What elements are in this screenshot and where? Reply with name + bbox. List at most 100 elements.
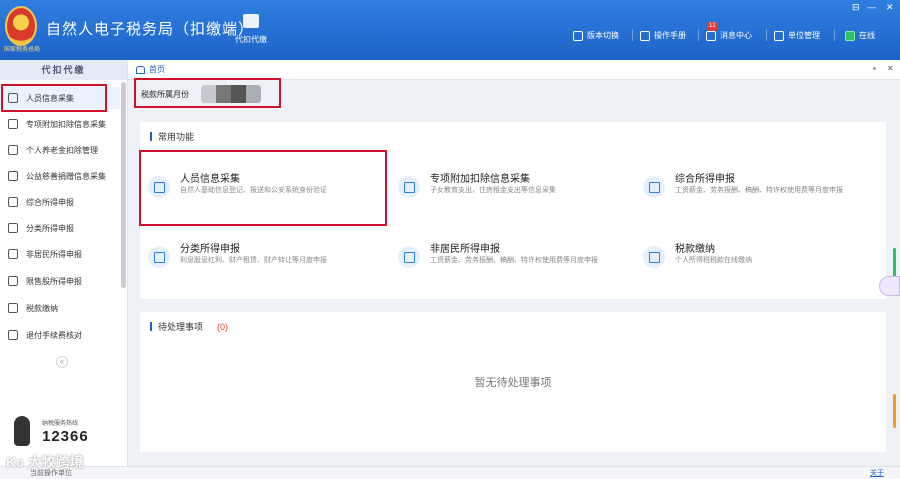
func-name: 税款缴纳 bbox=[675, 244, 715, 255]
sidebar: 代扣代缴 人员信息采集 专项附加扣除信息采集 个人养老金扣除管理 公益慈善捐赠信… bbox=[0, 60, 128, 466]
unit-manage-button[interactable]: 单位管理 bbox=[774, 30, 820, 41]
common-functions-panel: 常用功能 人员信息采集 自然人基础信息登记、报送和公安系统身份验证 专项附加扣除… bbox=[140, 122, 886, 299]
version-switch-button[interactable]: 版本切换 bbox=[573, 30, 619, 41]
func-personnel-info[interactable]: 人员信息采集 自然人基础信息登记、报送和公安系统身份验证 bbox=[140, 164, 380, 216]
pie-icon bbox=[8, 223, 18, 233]
hotline-icon bbox=[14, 416, 30, 446]
charity-icon bbox=[8, 171, 18, 181]
tab-bar: 首页 ▪ ✕ bbox=[128, 60, 900, 80]
tab-restore-button[interactable]: ▪ bbox=[873, 64, 876, 73]
version-switch-label: 版本切换 bbox=[587, 31, 619, 40]
toolbar-divider bbox=[632, 29, 633, 41]
sidebar-scrollbar[interactable] bbox=[121, 82, 126, 288]
tax-period: 税款所属月份 bbox=[134, 82, 280, 106]
sidebar-item-comprehensive[interactable]: 综合所得申报 bbox=[0, 191, 120, 213]
proxy-withholding-label: 代扣代缴 bbox=[235, 35, 267, 44]
list-icon bbox=[8, 119, 18, 129]
hotline-label: 纳税服务热线 bbox=[42, 421, 79, 427]
building-icon bbox=[774, 30, 784, 41]
floating-assistant-button[interactable] bbox=[879, 276, 900, 296]
func-special-deduction[interactable]: 专项附加扣除信息采集 子女教育支出，住房租金支出等信息采集 bbox=[390, 164, 630, 216]
calculator-icon bbox=[398, 176, 420, 198]
restore-button[interactable]: ⊟ bbox=[852, 2, 860, 13]
sidebar-item-tax-payment[interactable]: 税款缴纳 bbox=[0, 297, 120, 319]
sidebar-item-nonresident[interactable]: 非居民所得申报 bbox=[0, 243, 120, 265]
document-icon bbox=[8, 330, 18, 340]
globe-icon bbox=[8, 249, 18, 259]
sidebar-item-label: 公益慈善捐赠信息采集 bbox=[26, 171, 106, 181]
sidebar-item-restricted-stock[interactable]: 限售股所得申报 bbox=[0, 270, 120, 292]
func-name: 人员信息采集 bbox=[180, 174, 240, 185]
switch-icon bbox=[573, 30, 583, 41]
sidebar-item-label: 人员信息采集 bbox=[26, 93, 74, 103]
minimize-button[interactable]: — bbox=[867, 2, 876, 12]
func-classified[interactable]: 分类所得申报 利息股息红利、财产租赁、财产转让等月度申报 bbox=[140, 234, 380, 286]
sidebar-item-label: 专项附加扣除信息采集 bbox=[26, 119, 106, 129]
wallet-icon bbox=[8, 303, 18, 313]
close-button[interactable]: ✕ bbox=[886, 2, 894, 13]
online-status[interactable]: 在线 bbox=[845, 30, 875, 41]
tab-home[interactable]: 首页 bbox=[136, 64, 165, 75]
pending-empty-text: 暂无待处理事项 bbox=[474, 377, 552, 389]
message-center-button[interactable]: 消息中心 bbox=[706, 30, 752, 41]
edit-icon bbox=[148, 246, 170, 268]
form-icon bbox=[643, 176, 665, 198]
tax-emblem-icon bbox=[5, 6, 37, 46]
sidebar-item-classified[interactable]: 分类所得申报 bbox=[0, 217, 120, 239]
home-icon bbox=[136, 65, 145, 74]
tax-period-field[interactable] bbox=[201, 85, 261, 103]
func-name: 非居民所得申报 bbox=[430, 244, 500, 255]
sidebar-item-label: 综合所得申报 bbox=[26, 197, 74, 207]
unit-manage-label: 单位管理 bbox=[788, 31, 820, 40]
online-label: 在线 bbox=[859, 31, 875, 40]
sidebar-item-personnel-info[interactable]: 人员信息采集 bbox=[0, 87, 120, 109]
toolbar-divider bbox=[766, 29, 767, 41]
func-comprehensive[interactable]: 综合所得申报 工资薪金、劳务报酬、稿酬、特许权使用费等月度申报 bbox=[635, 164, 875, 216]
func-desc: 子女教育支出，住房租金支出等信息采集 bbox=[430, 187, 556, 194]
about-link[interactable]: 关于 bbox=[870, 468, 884, 478]
pending-count: (0) bbox=[217, 321, 229, 332]
watermark: Kc 大牧跨境 bbox=[6, 454, 84, 470]
tax-period-label: 税款所属月份 bbox=[141, 89, 189, 99]
sidebar-item-refund-fee[interactable]: 退付手续费核对 bbox=[0, 324, 120, 346]
func-desc: 工资薪金、劳务报酬、稿酬、特许权使用费等月度申报 bbox=[430, 257, 598, 264]
func-nonresident[interactable]: 非居民所得申报 工资薪金、劳务报酬、稿酬、特许权使用费等月度申报 bbox=[390, 234, 630, 286]
func-desc: 个人所得税税款在线缴纳 bbox=[675, 257, 752, 264]
func-desc: 工资薪金、劳务报酬、稿酬、特许权使用费等月度申报 bbox=[675, 187, 843, 194]
func-name: 分类所得申报 bbox=[180, 244, 240, 255]
message-badge: 12 bbox=[707, 22, 718, 31]
person-icon bbox=[8, 93, 18, 103]
sidebar-item-label: 限售股所得申报 bbox=[26, 276, 82, 286]
manual-button[interactable]: 操作手册 bbox=[640, 30, 686, 41]
pending-panel: 待处理事项 (0) 暂无待处理事项 bbox=[140, 312, 886, 452]
func-tax-payment[interactable]: 税款缴纳 个人所得税税款在线缴纳 bbox=[635, 234, 875, 286]
sidebar-item-pension[interactable]: 个人养老金扣除管理 bbox=[0, 139, 120, 161]
manual-label: 操作手册 bbox=[654, 31, 686, 40]
sidebar-item-label: 个人养老金扣除管理 bbox=[26, 145, 98, 155]
tab-close-button[interactable]: ✕ bbox=[887, 64, 894, 73]
status-bar: 当前操作单位 关于 bbox=[0, 466, 900, 479]
sidebar-header: 代扣代缴 bbox=[0, 60, 127, 80]
tab-home-label: 首页 bbox=[149, 65, 165, 74]
func-name: 专项附加扣除信息采集 bbox=[430, 174, 530, 185]
right-scroll-indicator bbox=[893, 394, 896, 428]
message-center-label: 消息中心 bbox=[720, 31, 752, 40]
func-name: 综合所得申报 bbox=[675, 174, 735, 185]
common-functions-title: 常用功能 bbox=[150, 130, 194, 143]
func-desc: 自然人基础信息登记、报送和公安系统身份验证 bbox=[180, 187, 327, 194]
app-title: 自然人电子税务局（扣缴端） bbox=[46, 21, 255, 38]
wallet-icon bbox=[243, 14, 259, 28]
layers-icon bbox=[8, 197, 18, 207]
collapse-sidebar-button[interactable]: « bbox=[56, 356, 68, 368]
sidebar-item-label: 分类所得申报 bbox=[26, 223, 74, 233]
sidebar-item-charity[interactable]: 公益慈善捐赠信息采集 bbox=[0, 165, 120, 187]
hotline-number: 12366 bbox=[42, 428, 89, 445]
sidebar-item-label: 非居民所得申报 bbox=[26, 249, 82, 259]
sidebar-item-label: 退付手续费核对 bbox=[26, 330, 82, 340]
pending-title: 待处理事项 (0) bbox=[150, 320, 228, 333]
sidebar-item-special-deduction[interactable]: 专项附加扣除信息采集 bbox=[0, 113, 120, 135]
proxy-withholding-button[interactable]: 代扣代缴 bbox=[226, 14, 276, 54]
sidebar-item-label: 税款缴纳 bbox=[26, 303, 58, 313]
monitor-icon bbox=[845, 30, 855, 41]
bar-chart-icon bbox=[8, 276, 18, 286]
